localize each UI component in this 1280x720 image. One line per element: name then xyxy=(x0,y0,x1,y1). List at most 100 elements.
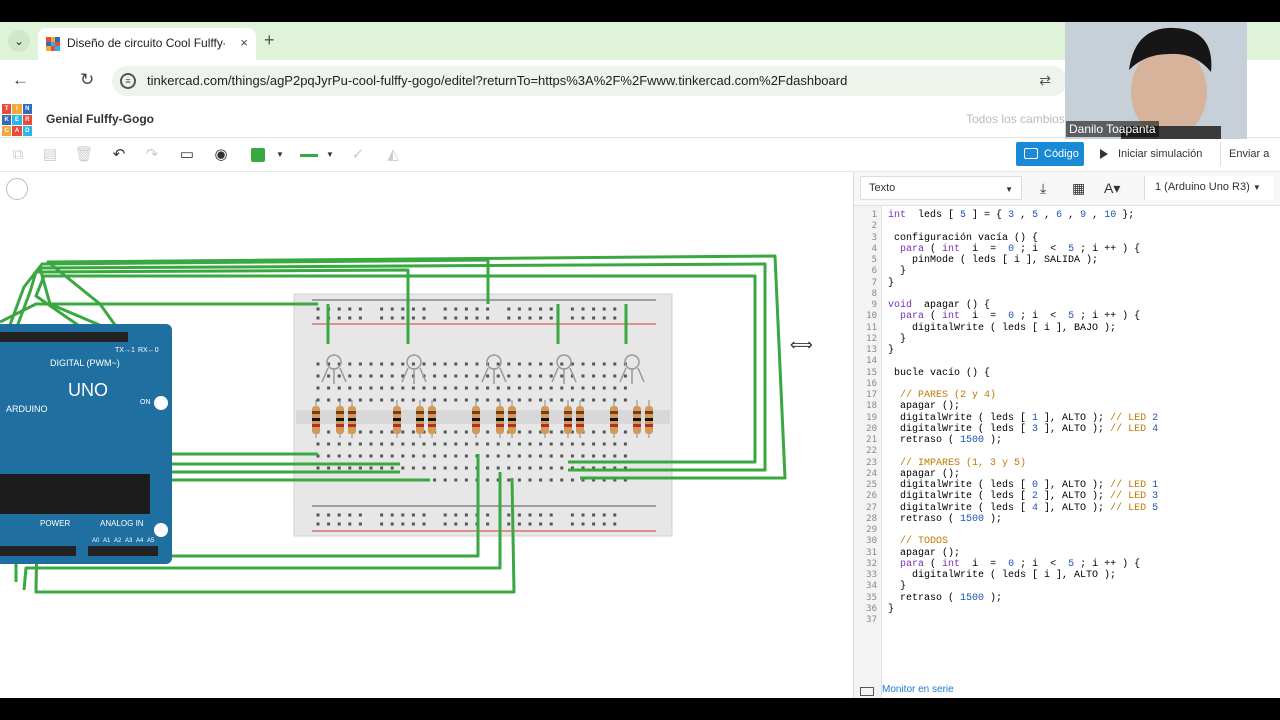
code-button[interactable]: Código xyxy=(1016,142,1084,166)
breadboard-hole xyxy=(549,522,553,526)
breadboard-hole xyxy=(348,386,352,390)
chevron-down-icon[interactable]: ▼ xyxy=(320,145,340,165)
breadboard-hole xyxy=(507,374,511,378)
breadboard-hole xyxy=(411,398,415,402)
breadboard-hole xyxy=(443,398,447,402)
breadboard-hole xyxy=(517,307,521,311)
notes-visibility-icon[interactable]: ◉ xyxy=(211,145,231,165)
breadboard-hole xyxy=(602,362,606,366)
breadboard-hole xyxy=(581,513,585,517)
wire-type-swatch[interactable] xyxy=(300,154,318,157)
board-label-tx: TX→1 xyxy=(115,347,135,354)
undo-icon[interactable]: ↶ xyxy=(109,145,129,165)
breadboard-hole xyxy=(486,454,490,458)
tinkercad-logo[interactable]: T I N K E R C A D xyxy=(2,104,32,136)
flip-icon[interactable]: ◭ xyxy=(383,145,403,165)
download-icon[interactable]: ⤓ xyxy=(1040,180,1046,197)
project-name[interactable]: Genial Fulffy-Gogo xyxy=(46,112,154,126)
library-icon[interactable]: ▦ xyxy=(1072,180,1085,197)
breadboard-hole xyxy=(602,430,606,434)
breadboard-hole xyxy=(443,466,447,470)
paste-icon[interactable]: ▤ xyxy=(40,145,60,165)
breadboard-hole xyxy=(422,454,426,458)
breadboard-hole xyxy=(623,454,627,458)
serial-monitor-bar[interactable]: Monitor en serie xyxy=(854,684,1280,698)
breadboard-hole xyxy=(390,466,394,470)
breadboard-hole xyxy=(358,430,362,434)
breadboard-hole xyxy=(539,466,543,470)
breadboard-hole xyxy=(443,307,447,311)
tab-close-icon[interactable]: × xyxy=(240,35,248,50)
breadboard-hole xyxy=(475,307,479,311)
site-info-icon[interactable]: ≡ xyxy=(120,73,136,89)
breadboard-hole xyxy=(337,316,341,320)
code-line: configuración vacía () { xyxy=(888,232,1039,244)
breadboard-hole xyxy=(390,307,394,311)
breadboard-hole xyxy=(401,522,405,526)
reload-icon[interactable]: ↻ xyxy=(80,70,94,90)
breadboard-hole xyxy=(528,454,532,458)
line-number: 31 xyxy=(866,547,877,558)
breadboard-hole xyxy=(454,374,458,378)
breadboard-hole xyxy=(528,442,532,446)
copy-icon[interactable]: ⧉ xyxy=(8,145,28,165)
breadboard-hole xyxy=(507,362,511,366)
breadboard-hole xyxy=(549,374,553,378)
breadboard-hole xyxy=(486,513,490,517)
wire[interactable] xyxy=(0,302,318,324)
breadboard-hole xyxy=(401,430,405,434)
browser-tab[interactable]: Diseño de circuito Cool Fulffy-G × xyxy=(38,28,256,60)
breadboard-hole xyxy=(570,386,574,390)
notes-icon[interactable]: ▭ xyxy=(177,145,197,165)
breadboard-hole xyxy=(486,466,490,470)
breadboard-hole xyxy=(486,307,490,311)
circuit-canvas[interactable]: DIGITAL (PWM~) TX→1 RX←0 UNO ARDUINO ON … xyxy=(0,172,853,698)
breadboard-hole xyxy=(327,430,331,434)
breadboard-hole xyxy=(422,442,426,446)
play-icon xyxy=(1100,149,1108,159)
breadboard-hole xyxy=(560,398,564,402)
line-number: 14 xyxy=(866,356,877,367)
back-arrow-icon[interactable]: ← xyxy=(12,70,29,90)
breadboard-hole xyxy=(486,398,490,402)
delete-icon[interactable]: 🗑 xyxy=(74,145,94,165)
breadboard-hole xyxy=(443,316,447,320)
breadboard-hole xyxy=(602,386,606,390)
line-number: 15 xyxy=(866,367,877,378)
breadboard-hole xyxy=(517,398,521,402)
font-size-icon[interactable]: A▾ xyxy=(1104,180,1120,197)
tab-search-icon[interactable]: ⌄ xyxy=(8,30,30,52)
breadboard-hole xyxy=(592,362,596,366)
wire-color-swatch[interactable] xyxy=(251,148,265,162)
new-tab-icon[interactable]: + xyxy=(264,30,275,51)
code-mode-select[interactable]: Texto ▼ xyxy=(860,176,1022,200)
send-to-button[interactable]: Enviar a xyxy=(1220,142,1269,166)
board-select[interactable]: 1 (Arduino Uno R3) ▼ xyxy=(1144,176,1274,200)
breadboard-hole xyxy=(443,362,447,366)
breadboard-hole xyxy=(570,478,574,482)
line-number: 17 xyxy=(866,390,877,400)
code-line: int leds [ 5 ] = { 3 , 5 , 6 , 9 , 10 }; xyxy=(888,210,1135,221)
breadboard-hole xyxy=(443,478,447,482)
line-number: 20 xyxy=(866,423,877,434)
rotate-icon[interactable]: ✓ xyxy=(348,145,368,165)
breadboard-hole xyxy=(549,513,553,517)
breadboard-hole xyxy=(613,386,617,390)
breadboard-hole xyxy=(443,442,447,446)
chevron-down-icon[interactable]: ▼ xyxy=(270,145,290,165)
line-number: 23 xyxy=(866,457,877,468)
breadboard-hole xyxy=(454,307,458,311)
redo-icon[interactable]: ↷ xyxy=(142,145,162,165)
breadboard-hole xyxy=(613,316,617,320)
breadboard-hole xyxy=(570,513,574,517)
omnibox[interactable]: ≡ tinkercad.com/things/agP2pqJyrPu-cool-… xyxy=(112,66,1067,96)
arduino-uno[interactable]: DIGITAL (PWM~) TX→1 RX←0 UNO ARDUINO ON … xyxy=(0,324,172,564)
start-simulation-button[interactable]: Iniciar simulación xyxy=(1092,142,1210,166)
breadboard-hole xyxy=(422,466,426,470)
breadboard-hole xyxy=(369,442,373,446)
breadboard-hole xyxy=(401,466,405,470)
breadboard-hole xyxy=(549,307,553,311)
breadboard-hole xyxy=(433,398,437,402)
translate-icon[interactable]: ⇄ xyxy=(1039,72,1051,89)
breadboard-hole xyxy=(549,362,553,366)
